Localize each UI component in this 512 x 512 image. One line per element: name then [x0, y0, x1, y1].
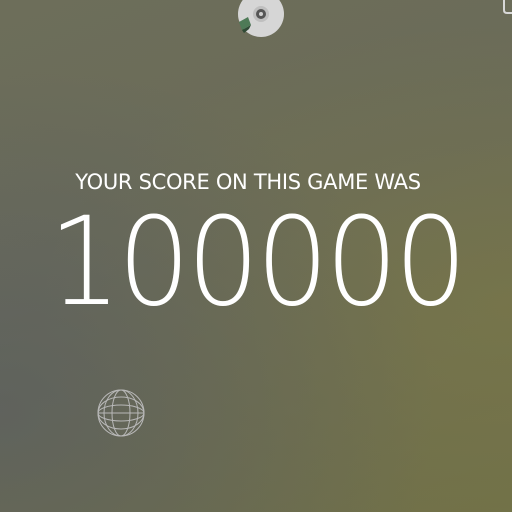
score-value: 100000 — [48, 191, 467, 333]
menu-corner-icon[interactable] — [500, 0, 512, 16]
wireframe-sphere-icon — [96, 388, 146, 438]
disc-icon[interactable] — [236, 0, 286, 42]
